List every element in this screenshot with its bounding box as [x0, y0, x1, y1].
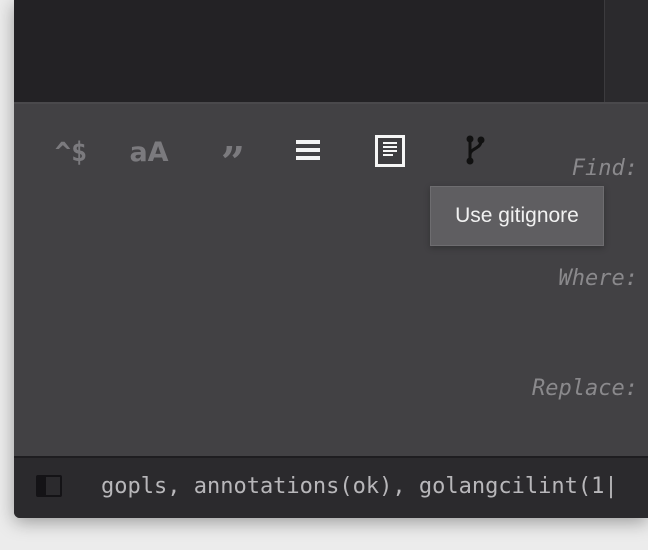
gitignore-tooltip: Use gitignore — [430, 186, 604, 246]
document-icon[interactable] — [375, 135, 405, 167]
case-sensitive-toggle-button[interactable]: aA — [126, 130, 172, 174]
app-window: ^$ aA ” Find: Where: Replace: Use gitign… — [14, 0, 648, 518]
find-label: Find: — [571, 156, 638, 181]
where-label: Where: — [558, 266, 638, 291]
editor-area[interactable] — [14, 0, 604, 102]
status-text[interactable]: gopls, annotations(ok), golangcilint(1| — [101, 474, 618, 499]
lines-icon[interactable] — [296, 140, 322, 164]
replace-label: Replace: — [532, 376, 638, 401]
minimap[interactable] — [604, 0, 648, 102]
find-in-files-panel — [14, 104, 648, 456]
statusbar: gopls, annotations(ok), golangcilint(1| — [14, 458, 648, 518]
git-branch-icon[interactable] — [464, 134, 488, 168]
whole-word-toggle-button[interactable]: ” — [210, 130, 250, 187]
sidebar-toggle-icon[interactable] — [36, 475, 62, 497]
regex-toggle-button[interactable]: ^$ — [48, 130, 94, 174]
